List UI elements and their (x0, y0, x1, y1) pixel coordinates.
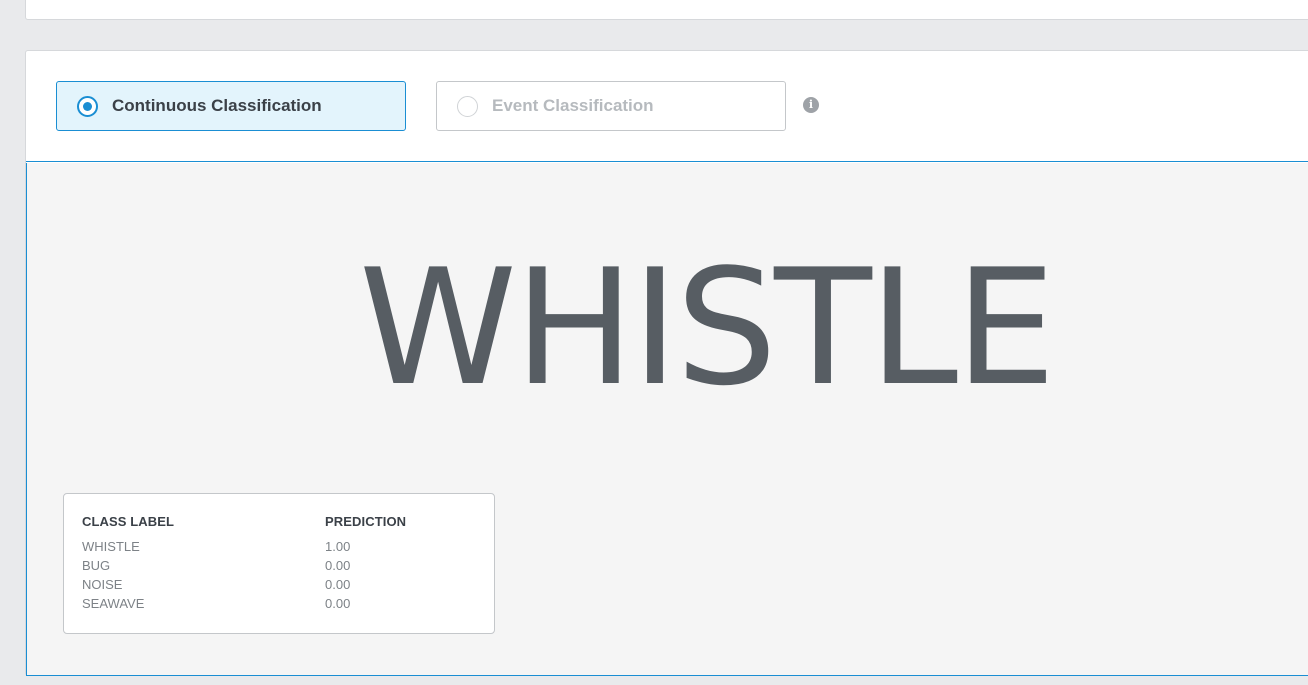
classification-card: Continuous Classification Event Classifi… (25, 50, 1308, 676)
continuous-classification-label: Continuous Classification (112, 96, 322, 115)
previous-section-card (25, 0, 1308, 20)
prediction-header: PREDICTION (325, 514, 407, 529)
info-icon[interactable]: i (803, 97, 819, 113)
table-row: BUG 0.00 (82, 556, 476, 575)
class-label-header: CLASS LABEL (82, 514, 175, 529)
row-class-label: SEAWAVE (82, 596, 145, 611)
event-classification-option[interactable]: Event Classification (436, 81, 786, 131)
prediction-table: CLASS LABEL PREDICTION WHISTLE 1.00 BUG … (63, 493, 495, 634)
row-prediction: 0.00 (325, 577, 351, 592)
row-class-label: NOISE (82, 577, 123, 592)
table-row: SEAWAVE 0.00 (82, 594, 476, 613)
row-prediction: 1.00 (325, 539, 351, 554)
row-class-label: BUG (82, 558, 111, 573)
table-row: NOISE 0.00 (82, 575, 476, 594)
row-prediction: 0.00 (325, 596, 351, 611)
classification-mode-selector: Continuous Classification Event Classifi… (26, 51, 1308, 162)
radio-checked-icon[interactable] (77, 95, 98, 117)
classification-result-panel: WHISTLE CLASS LABEL PREDICTION WHISTLE 1… (26, 163, 1308, 676)
row-prediction: 0.00 (325, 558, 351, 573)
radio-unchecked-icon[interactable] (457, 95, 478, 117)
continuous-classification-option[interactable]: Continuous Classification (56, 81, 406, 131)
row-class-label: WHISTLE (82, 539, 140, 554)
prediction-table-header: CLASS LABEL PREDICTION (82, 514, 476, 529)
table-row: WHISTLE 1.00 (82, 537, 476, 556)
event-classification-label: Event Classification (492, 96, 654, 115)
predicted-class-label: WHISTLE (358, 234, 1056, 421)
